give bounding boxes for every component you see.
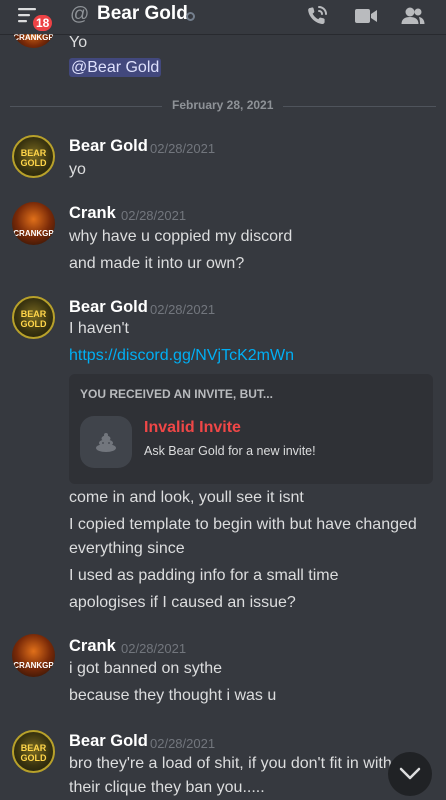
message-timestamp: 02/28/2021: [150, 736, 216, 751]
mention[interactable]: @Bear Gold: [69, 58, 162, 77]
message-text: I copied template to begin with but have…: [69, 516, 417, 533]
invite-subtitle: Ask Bear Gold for a new invite!: [144, 444, 316, 458]
avatar[interactable]: CRANKGP: [12, 202, 55, 245]
invite-link[interactable]: https://discord.gg/NVjTcK2mWn: [69, 347, 294, 365]
avatar[interactable]: CRANKGP: [12, 634, 55, 677]
message-text: because they thought i was u: [69, 687, 277, 704]
message-text: yo: [69, 161, 86, 178]
channel-title[interactable]: Bear Gold: [97, 3, 188, 25]
avatar-text: CRANKGP: [13, 33, 54, 42]
avatar-text: CRANKGP: [13, 661, 54, 670]
video-camera-icon: [355, 9, 377, 23]
invite-header: YOU RECEIVED AN INVITE, BUT...: [80, 387, 273, 401]
message-text: bro they're a load of shit, if you don't…: [69, 755, 392, 772]
avatar-text: BEAR GOLD: [20, 743, 47, 763]
message-author[interactable]: Bear Gold: [69, 732, 148, 751]
message-text: apologises if I caused an issue?: [69, 594, 296, 611]
notification-badge: 18: [31, 13, 55, 33]
message-text: i got banned on sythe: [69, 660, 223, 677]
message-timestamp: 02/28/2021: [150, 141, 216, 156]
message-timestamp: 02/28/2021: [121, 208, 187, 223]
avatar-text: BEAR GOLD: [20, 148, 47, 168]
avatar[interactable]: BEAR GOLD: [12, 730, 55, 773]
message-list[interactable]: CRANKGP Yo @Bear Gold February 28, 2021 …: [0, 0, 446, 800]
scroll-to-bottom-button[interactable]: [388, 752, 432, 796]
message-timestamp: 02/28/2021: [121, 641, 187, 656]
at-icon: @: [70, 4, 90, 25]
avatar-text: BEAR GOLD: [20, 309, 47, 329]
members-icon: [401, 7, 425, 24]
message-text: Yo: [69, 34, 88, 51]
message-text: come in and look, youll see it isnt: [69, 489, 304, 506]
chat-header: 18 @ Bear Gold: [0, 0, 446, 34]
message-timestamp: 02/28/2021: [150, 302, 216, 317]
message-text: I haven't: [69, 320, 129, 337]
message-mention[interactable]: @Bear Gold: [69, 58, 162, 77]
message-author[interactable]: Bear Gold: [69, 298, 148, 317]
avatar[interactable]: BEAR GOLD: [12, 135, 55, 178]
invalid-invite-icon: [80, 416, 132, 468]
invite-title: Invalid Invite: [144, 419, 241, 436]
date-divider-label: February 28, 2021: [162, 98, 284, 112]
message-text: I used as padding info for a small time: [69, 567, 339, 584]
voice-call-button[interactable]: [305, 4, 331, 28]
message-text: their clique they ban you.....: [69, 779, 265, 796]
chevron-down-icon: [399, 767, 421, 780]
offline-status-icon: [186, 12, 195, 21]
message-author[interactable]: Crank: [69, 637, 116, 656]
avatar[interactable]: BEAR GOLD: [12, 296, 55, 339]
message-text: and made it into ur own?: [69, 255, 245, 272]
members-button[interactable]: [400, 4, 426, 28]
invite-embed: YOU RECEIVED AN INVITE, BUT... Invalid I…: [69, 374, 433, 484]
menu-button[interactable]: 18: [16, 4, 55, 33]
message-author[interactable]: Crank: [69, 204, 116, 223]
avatar-text: CRANKGP: [13, 229, 54, 238]
message-text: everything since: [69, 540, 185, 557]
message-text: why have u coppied my discord: [69, 228, 293, 245]
video-call-button[interactable]: [353, 4, 379, 28]
message-author[interactable]: Bear Gold: [69, 137, 148, 156]
phone-call-icon: [308, 6, 327, 25]
